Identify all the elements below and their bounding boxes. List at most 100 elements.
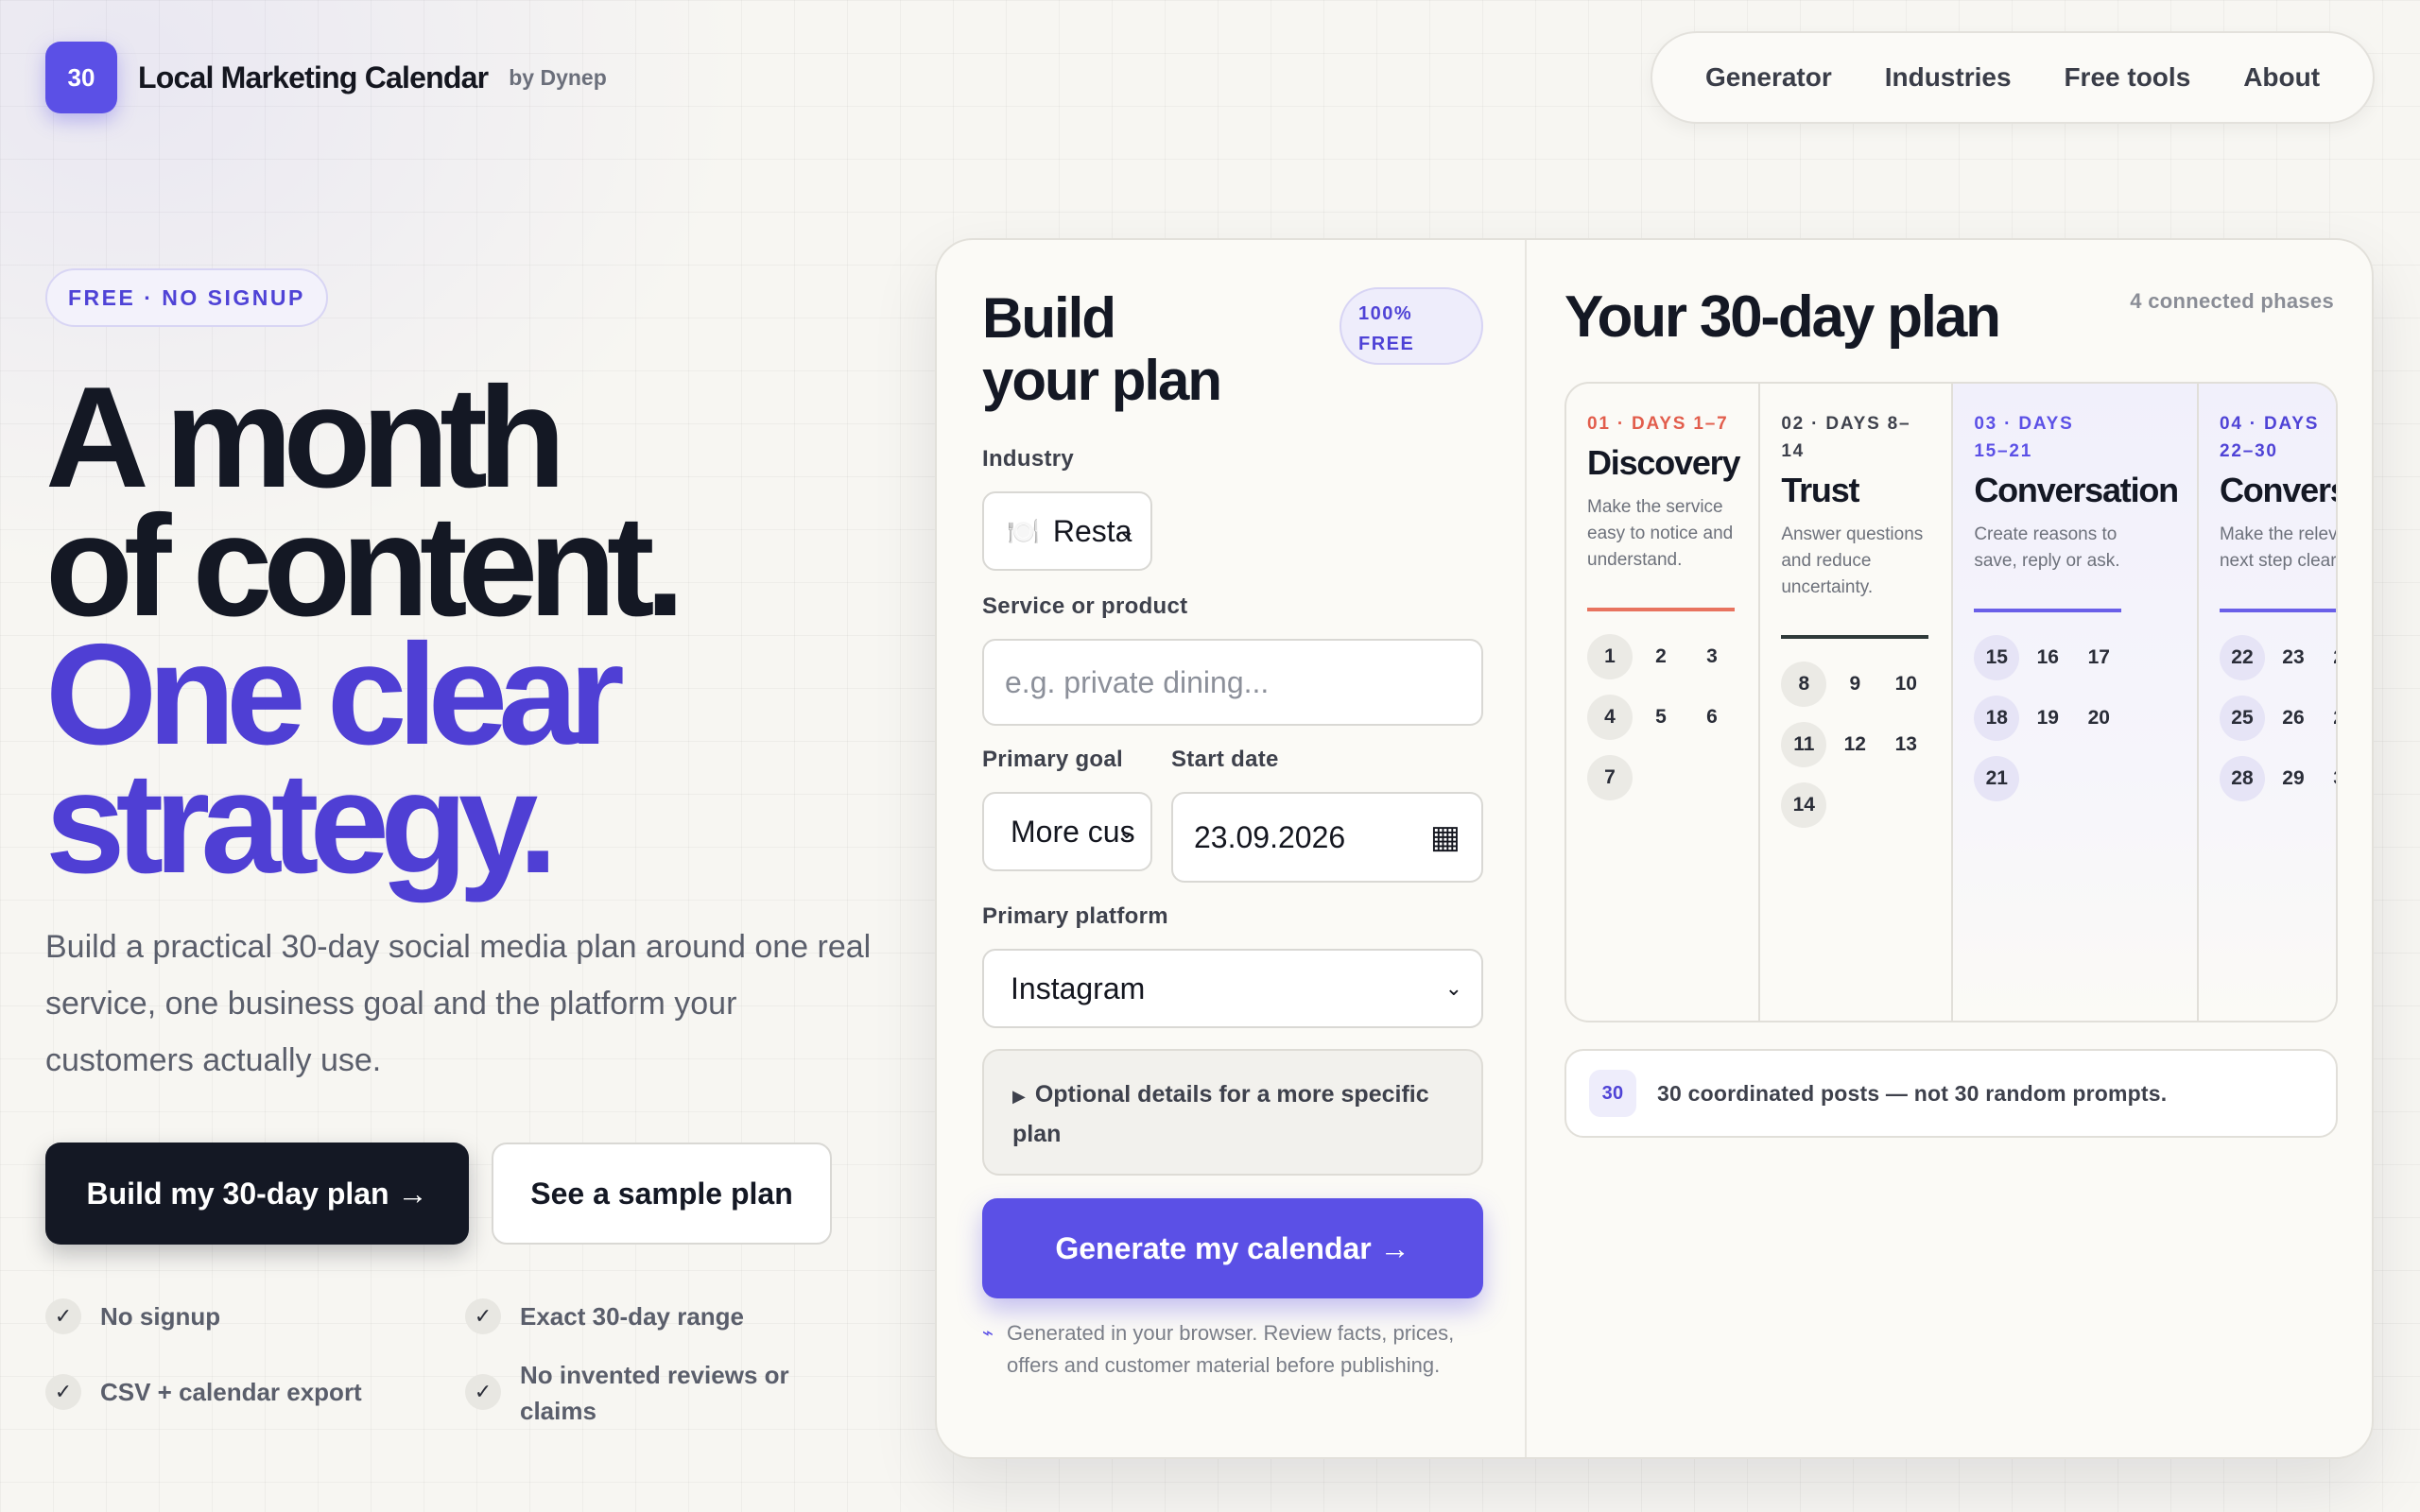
brand[interactable]: 30 Local Marketing Calendar by Dynep <box>45 42 607 113</box>
triangle-right-icon: ▶ <box>1012 1087 1026 1106</box>
platform-value: Instagram <box>1011 971 1146 1005</box>
phase-description: Make the service easy to notice and unde… <box>1587 497 1734 570</box>
day-cell[interactable]: 4 <box>1587 695 1633 740</box>
goal-select[interactable]: More cus ⌄ <box>982 792 1152 871</box>
summary-bar: 30 30 coordinated posts — not 30 random … <box>1564 1049 2338 1138</box>
phase-days: 15 16 17 18 19 20 21 <box>1974 635 2178 801</box>
summary-text: 30 coordinated posts — not 30 random pro… <box>1657 1080 2168 1106</box>
check-icon: ✓ <box>45 1374 81 1410</box>
feature-label: No signup <box>100 1302 221 1331</box>
hero-description: Build a practical 30-day social media pl… <box>45 929 872 1078</box>
phase-name: Conversation <box>1974 471 2179 509</box>
phase-accent-bar <box>1781 635 1929 639</box>
hero-title-line-1: A month <box>45 357 566 518</box>
optional-details-label: Optional details for a more specific pla… <box>1012 1081 1429 1147</box>
phase-days: 123 456 7 <box>1587 634 1739 800</box>
nav-about[interactable]: About <box>2243 62 2320 93</box>
start-date-value: 23.09.2026 <box>1194 819 1346 854</box>
platform-select[interactable]: Instagram ⌄ <box>982 949 1483 1028</box>
brand-name: Local Marketing Calendar <box>138 60 489 94</box>
spark-icon: ⌁ <box>982 1323 994 1344</box>
summary-badge: 30 <box>1589 1070 1636 1117</box>
phase-tag: 03 · DAYS 15–21 <box>1974 414 2074 461</box>
day-cell[interactable]: 12 <box>1832 722 1877 767</box>
phase-accent-bar <box>1974 609 2122 612</box>
feature-item: ✓ No invented reviews or claims <box>465 1357 843 1429</box>
nav-generator[interactable]: Generator <box>1705 62 1832 93</box>
day-cell[interactable]: 30 <box>2322 756 2336 801</box>
phase-accent-bar <box>1587 608 1735 611</box>
phase-tag: 02 · DAYS 8–14 <box>1781 414 1911 461</box>
day-cell[interactable]: 21 <box>1974 756 2020 801</box>
phase-column: 04 · DAYS 22–30 Conversion Make the releva… <box>2198 384 2338 1021</box>
day-cell[interactable]: 13 <box>1883 722 1928 767</box>
feature-item: ✓ No signup <box>45 1298 220 1334</box>
phases-count: 4 connected phases <box>2130 289 2334 313</box>
industry-select[interactable]: 🍽️ Resta ⌄ <box>982 491 1152 571</box>
phase-description: Create reasons to save, reply or ask. <box>1974 524 2120 571</box>
day-cell[interactable]: 28 <box>2219 756 2265 801</box>
phase-description: Answer questions and reduce uncertainty. <box>1781 524 1924 597</box>
day-cell[interactable]: 18 <box>1974 696 2020 741</box>
day-cell[interactable]: 3 <box>1689 634 1735 679</box>
hero-title-line-3: One clear <box>45 614 625 775</box>
day-cell[interactable]: 22 <box>2219 635 2265 680</box>
day-cell[interactable]: 27 <box>2322 696 2336 741</box>
day-cell[interactable]: 25 <box>2219 696 2265 741</box>
start-date-input[interactable]: 23.09.2026 ▦ <box>1171 792 1483 883</box>
day-cell[interactable]: 20 <box>2076 696 2121 741</box>
phase-tag: 04 · DAYS 22–30 <box>2219 414 2320 461</box>
day-cell[interactable]: 2 <box>1638 634 1684 679</box>
form-title: Build your plan <box>982 286 1222 412</box>
day-cell[interactable]: 23 <box>2271 635 2316 680</box>
phase-column: 01 · DAYS 1–7 Discovery Make the service e… <box>1566 384 1761 1021</box>
platform-label: Primary platform <box>982 903 1168 929</box>
day-cell[interactable]: 11 <box>1781 722 1827 767</box>
check-icon: ✓ <box>465 1374 501 1410</box>
day-cell[interactable]: 24 <box>2322 635 2336 680</box>
day-cell[interactable]: 5 <box>1638 695 1684 740</box>
nav-industries[interactable]: Industries <box>1885 62 2012 93</box>
phase-name: Conversion <box>2219 471 2336 509</box>
chevron-down-icon: ⌄ <box>1117 819 1135 843</box>
check-icon: ✓ <box>465 1298 501 1334</box>
build-plan-button[interactable]: Build my 30-day plan → <box>45 1143 469 1245</box>
calendar-icon[interactable]: ▦ <box>1430 818 1461 856</box>
day-cell[interactable]: 8 <box>1781 662 1827 707</box>
hero-title-line-4: strategy. <box>45 743 558 903</box>
day-cell[interactable]: 26 <box>2271 696 2316 741</box>
feature-label: No invented reviews or claims <box>520 1361 789 1425</box>
hero-title-line-2: of content. <box>45 486 685 646</box>
phase-description: Make the relevant next step clear. <box>2219 524 2338 571</box>
day-cell[interactable]: 19 <box>2025 696 2070 741</box>
day-cell[interactable]: 14 <box>1781 782 1827 828</box>
day-cell[interactable]: 1 <box>1587 634 1633 679</box>
generate-calendar-button[interactable]: Generate my calendar → <box>982 1198 1483 1298</box>
day-cell[interactable]: 15 <box>1974 635 2020 680</box>
service-label: Service or product <box>982 593 1188 619</box>
check-icon: ✓ <box>45 1298 81 1334</box>
feature-label: CSV + calendar export <box>100 1378 362 1406</box>
nav-free-tools[interactable]: Free tools <box>2064 62 2190 93</box>
phase-tag: 01 · DAYS 1–7 <box>1587 414 1729 434</box>
optional-details-toggle[interactable]: ▶ Optional details for a more specific pl… <box>982 1049 1483 1176</box>
day-cell[interactable]: 9 <box>1832 662 1877 707</box>
chevron-down-icon: ⌄ <box>1444 976 1462 1000</box>
phase-days: 222324 252627 282930 <box>2219 635 2336 801</box>
day-cell[interactable]: 10 <box>1883 662 1928 707</box>
hero-title: A month of content. One clear strategy. <box>45 357 685 903</box>
card-divider <box>1525 240 1527 1457</box>
brand-byline: by Dynep <box>509 64 607 90</box>
service-input[interactable]: e.g. private dining... <box>982 639 1483 726</box>
day-cell[interactable]: 17 <box>2076 635 2121 680</box>
feature-label: Exact 30-day range <box>520 1302 745 1331</box>
day-cell[interactable]: 16 <box>2025 635 2070 680</box>
day-cell[interactable]: 6 <box>1689 695 1735 740</box>
service-placeholder: e.g. private dining... <box>1005 664 1270 699</box>
phase-name: Trust <box>1781 471 1859 509</box>
top-navigation: Generator Industries Free tools About <box>1651 31 2375 124</box>
goal-label: Primary goal <box>982 747 1123 772</box>
sample-plan-button[interactable]: See a sample plan <box>492 1143 832 1245</box>
day-cell[interactable]: 29 <box>2271 756 2316 801</box>
day-cell[interactable]: 7 <box>1587 755 1633 800</box>
